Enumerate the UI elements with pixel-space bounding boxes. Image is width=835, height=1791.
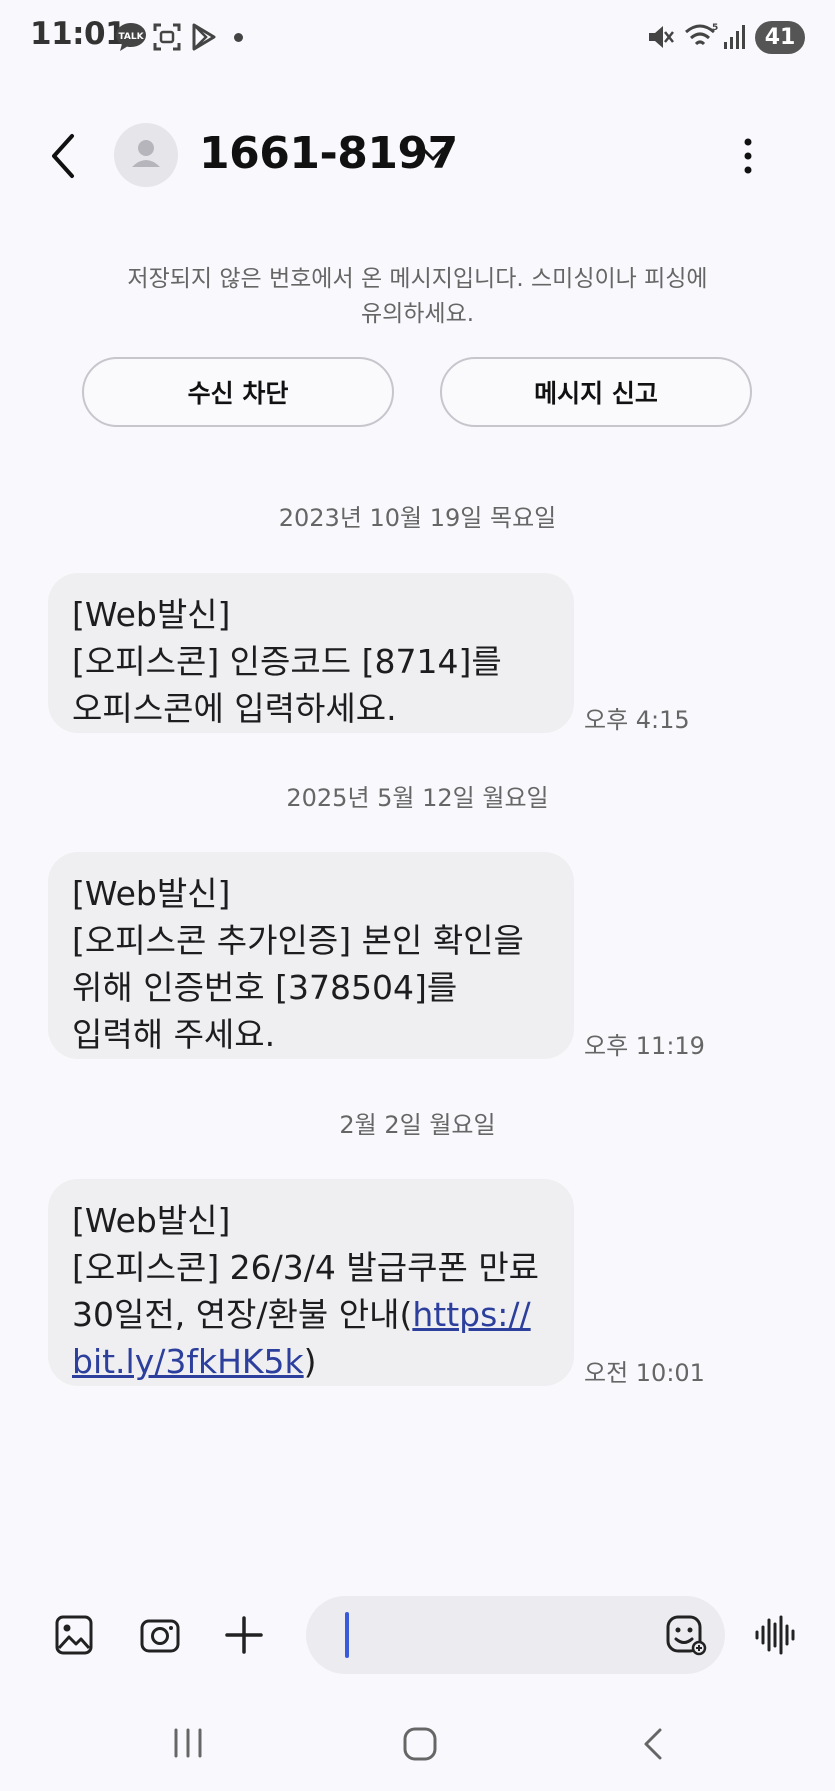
chevron-down-icon[interactable] bbox=[420, 144, 446, 164]
notification-dot bbox=[234, 33, 243, 42]
message-text: 30일전, 연장/환불 안내( bbox=[72, 1295, 413, 1334]
svg-text:TALK: TALK bbox=[118, 32, 144, 42]
message-line: [Web발신] bbox=[72, 1201, 231, 1240]
warning-line-1: 저장되지 않은 번호에서 온 메시지입니다. 스미싱이나 피싱에 bbox=[127, 266, 708, 292]
wifi-icon: 5 bbox=[685, 23, 718, 46]
coupon-link[interactable]: bit.ly/3fkHK5k bbox=[72, 1342, 304, 1381]
mute-icon bbox=[649, 26, 674, 48]
message-bubble[interactable]: [Web발신] [오피스콘 추가인증] 본인 확인을 위해 인증번호 [3785… bbox=[48, 852, 574, 1059]
message-line: [오피스콘] 인증코드 [8714]를 bbox=[72, 642, 502, 681]
image-icon[interactable] bbox=[54, 1612, 94, 1658]
message-time: 오전 10:01 bbox=[584, 1359, 705, 1387]
talk-icon: TALK bbox=[116, 23, 146, 51]
message-input[interactable] bbox=[306, 1596, 725, 1674]
block-button[interactable]: 수신 차단 bbox=[82, 357, 394, 427]
message-line: 입력해 주세요. bbox=[72, 1015, 276, 1054]
svg-text:5: 5 bbox=[712, 23, 718, 33]
camera-icon[interactable] bbox=[139, 1612, 181, 1658]
message-line: 위해 인증번호 [378504]를 bbox=[72, 968, 458, 1007]
back-icon[interactable] bbox=[44, 128, 84, 184]
signal-icon bbox=[724, 25, 745, 49]
nav-back-icon[interactable] bbox=[638, 1726, 668, 1762]
status-time: 11:01 bbox=[30, 16, 127, 52]
message-line: [오피스콘] 26/3/4 발급쿠폰 만료 bbox=[72, 1248, 540, 1287]
report-button[interactable]: 메시지 신고 bbox=[440, 357, 752, 427]
contact-name[interactable]: 1661-8197 bbox=[199, 128, 458, 179]
message-text: ) bbox=[303, 1342, 317, 1381]
person-icon bbox=[132, 140, 160, 167]
message-time: 오후 4:15 bbox=[584, 706, 690, 734]
message-line: 오피스콘에 입력하세요. bbox=[72, 689, 397, 728]
home-icon[interactable] bbox=[402, 1726, 438, 1762]
message-line: [Web발신] bbox=[72, 595, 231, 634]
unsaved-number-warning: 저장되지 않은 번호에서 온 메시지입니다. 스미싱이나 피싱에 유의하세요. bbox=[90, 262, 745, 332]
message-line: 30일전, 연장/환불 안내(https:// bbox=[72, 1291, 550, 1338]
message-line: [Web발신] bbox=[72, 874, 231, 913]
date-separator: 2023년 10월 19일 목요일 bbox=[278, 504, 557, 532]
more-icon[interactable] bbox=[740, 136, 756, 176]
message-bubble[interactable]: [Web발신] [오피스콘] 인증코드 [8714]를 오피스콘에 입력하세요. bbox=[48, 573, 574, 733]
coupon-link[interactable]: https:// bbox=[412, 1295, 530, 1334]
text-cursor bbox=[345, 1612, 349, 1658]
date-separator: 2025년 5월 12일 월요일 bbox=[286, 784, 549, 812]
recents-icon[interactable] bbox=[170, 1726, 206, 1760]
play-store-icon bbox=[192, 23, 216, 51]
voice-icon[interactable] bbox=[754, 1612, 798, 1658]
emoji-icon[interactable] bbox=[665, 1612, 707, 1658]
message-line: [오피스콘 추가인증] 본인 확인을 bbox=[72, 921, 524, 960]
message-bubble[interactable]: [Web발신] [오피스콘] 26/3/4 발급쿠폰 만료 30일전, 연장/환… bbox=[48, 1179, 574, 1386]
date-separator: 2월 2일 월요일 bbox=[339, 1111, 496, 1139]
message-line: bit.ly/3fkHK5k) bbox=[72, 1338, 550, 1385]
warning-line-2: 유의하세요. bbox=[360, 301, 475, 327]
avatar[interactable] bbox=[114, 123, 178, 187]
screenshot-icon bbox=[153, 23, 181, 51]
plus-icon[interactable] bbox=[224, 1612, 264, 1658]
message-time: 오후 11:19 bbox=[584, 1032, 705, 1060]
battery-level: 41 bbox=[755, 21, 805, 54]
